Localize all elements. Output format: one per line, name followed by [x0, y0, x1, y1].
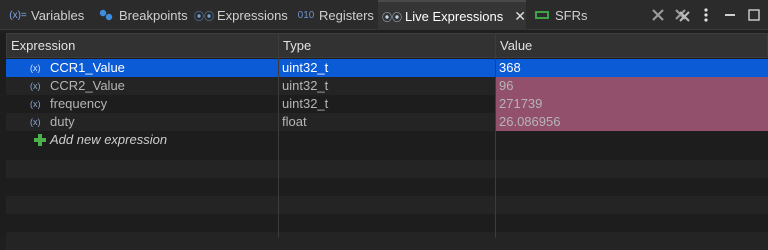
- expression-name: CCR1_Value: [50, 60, 125, 75]
- column-divider[interactable]: [278, 33, 279, 238]
- table-row[interactable]: (x) frequency uint32_t 271739: [6, 95, 768, 113]
- empty-row: [6, 232, 768, 250]
- column-header-type[interactable]: Type: [279, 34, 311, 57]
- expression-type: uint32_t: [282, 78, 329, 93]
- expression-icon: (x): [30, 63, 41, 73]
- column-divider[interactable]: [495, 33, 496, 238]
- table-row[interactable]: (x) duty float 26.086956: [6, 113, 768, 131]
- sfrs-icon: [534, 8, 550, 22]
- expression-value: 368: [499, 60, 521, 75]
- expression-name: duty: [50, 114, 75, 129]
- maximize-icon[interactable]: [744, 5, 764, 25]
- expression-icon: (x): [30, 117, 41, 127]
- tab-expressions[interactable]: ⦿⦿ Expressions: [190, 0, 294, 30]
- live-expressions-table: Expression Type Value (x) CCR1_Value uin…: [0, 33, 768, 250]
- tab-label: Expressions: [217, 7, 288, 23]
- live-expressions-icon: ⦿⦿: [382, 12, 402, 24]
- tab-sfrs[interactable]: SFRs: [528, 0, 594, 30]
- variables-icon: (x)=: [9, 9, 27, 21]
- minimize-icon[interactable]: [720, 5, 740, 25]
- view-tab-bar: (x)= Variables Breakpoints ⦿⦿ Expression…: [0, 0, 768, 30]
- expression-value: 26.086956: [495, 113, 768, 131]
- close-icon[interactable]: ✕: [514, 8, 526, 25]
- expression-value: 271739: [495, 95, 768, 113]
- tab-breakpoints[interactable]: Breakpoints: [92, 0, 194, 30]
- tab-label: Live Expressions: [405, 8, 504, 24]
- tab-live-expressions[interactable]: ⦿⦿ Live Expressions ✕: [378, 0, 526, 30]
- add-icon: [33, 133, 47, 147]
- tab-label: SFRs: [555, 7, 588, 23]
- tab-label: Registers: [319, 7, 374, 23]
- table-row[interactable]: (x) CCR2_Value uint32_t 96: [6, 77, 768, 95]
- expression-value: 96: [495, 77, 768, 95]
- expression-icon: (x): [30, 81, 41, 91]
- tab-label: Breakpoints: [119, 7, 188, 23]
- column-header-value[interactable]: Value: [496, 34, 532, 57]
- expression-icon: (x): [30, 99, 41, 109]
- view-menu-icon[interactable]: [696, 5, 716, 25]
- expression-type: uint32_t: [282, 96, 329, 111]
- breakpoints-icon: [98, 8, 114, 22]
- remove-all-expressions-icon[interactable]: [672, 5, 692, 25]
- tab-registers[interactable]: 010 Registers: [292, 0, 380, 30]
- column-header-expression[interactable]: Expression: [7, 34, 75, 57]
- tab-variables[interactable]: (x)= Variables: [4, 0, 90, 30]
- expression-name: frequency: [50, 96, 108, 111]
- empty-row: [6, 196, 768, 214]
- add-new-expression-label: Add new expression: [50, 132, 168, 147]
- tab-label: Variables: [31, 7, 85, 23]
- registers-icon: 010: [297, 9, 315, 21]
- remove-expression-icon[interactable]: [648, 5, 668, 25]
- expression-name: CCR2_Value: [50, 78, 125, 93]
- add-expression-row[interactable]: Add new expression: [6, 131, 768, 149]
- empty-row: [6, 160, 768, 178]
- expression-type: float: [282, 114, 307, 129]
- expression-type: uint32_t: [282, 60, 329, 75]
- expressions-icon: ⦿⦿: [194, 11, 214, 23]
- table-header: Expression Type Value: [6, 33, 768, 58]
- table-row[interactable]: (x) CCR1_Value uint32_t 368: [6, 59, 768, 77]
